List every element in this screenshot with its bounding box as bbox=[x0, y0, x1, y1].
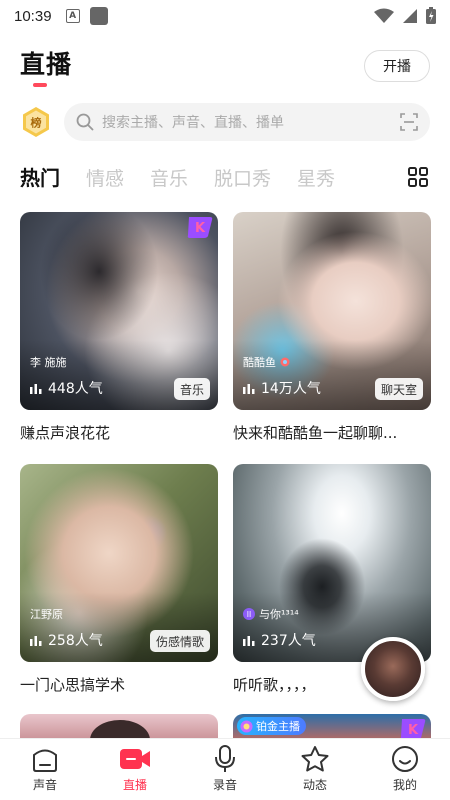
platinum-host-badge: 铂金主播 bbox=[237, 717, 306, 735]
nav-item-record[interactable]: 录音 bbox=[180, 739, 270, 800]
live-card-cover[interactable]: ll 与你¹³¹⁴ 237人气 bbox=[233, 464, 431, 662]
popularity-value: 237人气 bbox=[261, 633, 316, 649]
popularity-count: 258人气 bbox=[30, 630, 103, 650]
page-title: 直播 bbox=[20, 50, 73, 79]
tab-music[interactable]: 音乐 bbox=[150, 164, 188, 191]
platinum-medal-icon bbox=[240, 720, 253, 732]
host-level-icon: ll bbox=[243, 608, 255, 620]
category-tag: 伤感情歌 bbox=[149, 630, 210, 652]
ranking-badge-label: 榜 bbox=[31, 116, 42, 130]
ranking-badge-icon[interactable]: 榜 bbox=[22, 106, 50, 138]
scan-icon[interactable] bbox=[400, 113, 418, 131]
bar-chart-icon bbox=[30, 636, 42, 646]
host-name: ll 与你¹³¹⁴ bbox=[243, 606, 299, 622]
category-tag: 音乐 bbox=[173, 378, 210, 400]
bar-chart-icon bbox=[30, 384, 42, 394]
nav-item-sound[interactable]: 声音 bbox=[0, 739, 90, 800]
pk-badge-label: K bbox=[195, 221, 206, 236]
nav-item-feed[interactable]: 动态 bbox=[270, 739, 360, 800]
popularity-value: 14万人气 bbox=[261, 381, 321, 397]
nav-label: 直播 bbox=[122, 778, 147, 792]
live-page: 10:39 A 直播 开播 榜 搜索主播、声音、直播、播单 热门 情感 音乐 脱… bbox=[0, 0, 450, 800]
house-icon bbox=[33, 749, 57, 772]
platinum-host-label: 铂金主播 bbox=[256, 720, 300, 733]
nav-item-live[interactable]: 直播 bbox=[90, 739, 180, 800]
popularity-value: 448人气 bbox=[48, 381, 103, 397]
live-card-title[interactable]: 快来和酷酷鱼一起聊聊... bbox=[233, 422, 431, 443]
pk-badge-icon: K bbox=[187, 217, 213, 238]
status-bar: 10:39 A bbox=[0, 0, 450, 32]
nav-label: 声音 bbox=[32, 778, 57, 792]
popularity-value: 258人气 bbox=[48, 633, 103, 649]
popularity-count: 14万人气 bbox=[243, 378, 321, 398]
notification-app-icon bbox=[89, 7, 108, 25]
search-placeholder: 搜索主播、声音、直播、播单 bbox=[102, 115, 284, 131]
video-camera-icon bbox=[120, 749, 150, 769]
title-underline bbox=[33, 83, 47, 87]
live-card[interactable]: 江野原 258人气 伤感情歌 一门心思搞学术 bbox=[20, 464, 218, 695]
search-icon bbox=[76, 113, 94, 131]
microphone-icon bbox=[215, 745, 235, 772]
tab-star-show[interactable]: 星秀 bbox=[297, 164, 335, 191]
search-input[interactable]: 搜索主播、声音、直播、播单 bbox=[64, 103, 430, 141]
battery-icon bbox=[426, 7, 436, 24]
grid-icon[interactable] bbox=[408, 167, 428, 187]
tab-talk-show[interactable]: 脱口秀 bbox=[214, 164, 271, 191]
host-name: 李 施施 bbox=[30, 356, 67, 369]
wifi-icon bbox=[374, 8, 394, 23]
host-name: 酷酷鱼 bbox=[243, 354, 290, 370]
live-card-cover[interactable]: 酷酷鱼 14万人气 聊天室 bbox=[233, 212, 431, 410]
nav-item-me[interactable]: 我的 bbox=[360, 739, 450, 800]
live-card[interactable]: 酷酷鱼 14万人气 聊天室 快来和酷酷鱼一起聊聊... bbox=[233, 212, 431, 443]
smiley-face-icon bbox=[392, 746, 418, 772]
nav-label: 录音 bbox=[212, 778, 237, 792]
floating-live-avatar[interactable] bbox=[361, 637, 425, 701]
star-icon bbox=[301, 746, 329, 772]
signal-icon bbox=[403, 8, 417, 23]
status-indicators bbox=[374, 7, 436, 24]
popularity-count: 237人气 bbox=[243, 630, 316, 650]
host-name-text: 酷酷鱼 bbox=[243, 356, 276, 369]
pk-badge-label: K bbox=[408, 723, 419, 738]
live-card-title[interactable]: 赚点声浪花花 bbox=[20, 422, 218, 443]
bar-chart-icon bbox=[243, 384, 255, 394]
tab-emotion[interactable]: 情感 bbox=[86, 164, 124, 191]
svg-text:ll: ll bbox=[247, 610, 251, 619]
live-card[interactable]: K 李 施施 448人气 音乐 赚点声浪花花 bbox=[20, 212, 218, 443]
bottom-nav: 声音 直播 录音 动态 我的 bbox=[0, 738, 450, 800]
popularity-count: 448人气 bbox=[30, 378, 103, 398]
host-name: 江野原 bbox=[30, 608, 63, 621]
nav-label: 动态 bbox=[302, 778, 327, 792]
nav-label: 我的 bbox=[392, 778, 417, 792]
host-name-text: 与你¹³¹⁴ bbox=[259, 608, 299, 621]
start-live-button[interactable]: 开播 bbox=[364, 50, 430, 82]
notification-a-icon: A bbox=[65, 9, 80, 23]
live-card-title[interactable]: 一门心思搞学术 bbox=[20, 674, 218, 695]
category-tabs: 热门 情感 音乐 脱口秀 星秀 bbox=[20, 162, 335, 191]
live-card-cover[interactable]: 江野原 258人气 伤感情歌 bbox=[20, 464, 218, 662]
status-time: 10:39 bbox=[14, 7, 52, 25]
live-card-cover[interactable]: K 李 施施 448人气 音乐 bbox=[20, 212, 218, 410]
category-tag: 聊天室 bbox=[374, 378, 423, 400]
tab-hot[interactable]: 热门 bbox=[20, 162, 60, 191]
fish-icon bbox=[280, 357, 290, 367]
bar-chart-icon bbox=[243, 636, 255, 646]
